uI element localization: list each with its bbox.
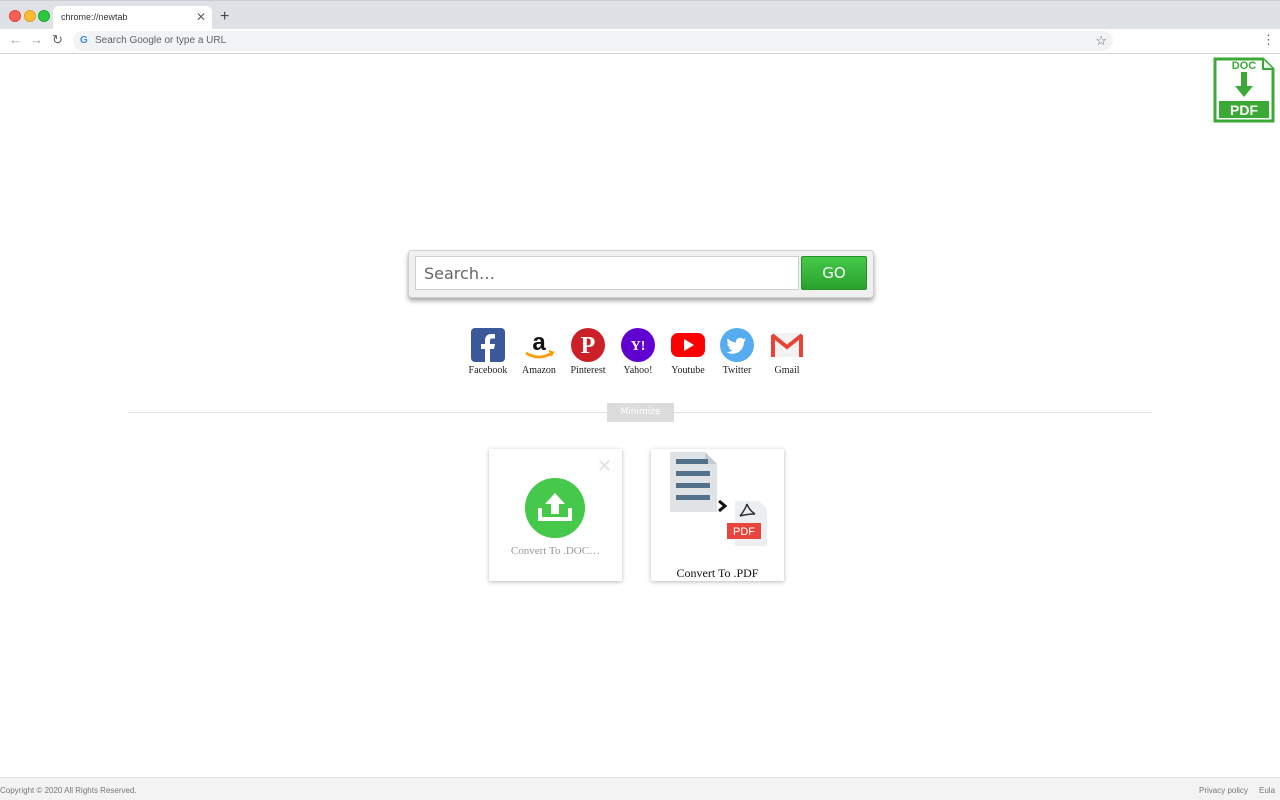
svg-text:P: P bbox=[581, 333, 596, 359]
search-box: GO bbox=[408, 250, 874, 298]
reload-icon[interactable]: ↻ bbox=[52, 32, 63, 48]
browser-tab[interactable]: chrome://newtab ✕ bbox=[53, 6, 212, 30]
tab-strip: chrome://newtab ✕ + bbox=[0, 0, 1280, 30]
bookmark-star-icon[interactable]: ☆ bbox=[1095, 33, 1107, 49]
copyright-text: Copyright © 2020 All Rights Reserved. bbox=[0, 786, 137, 795]
address-bar[interactable]: G Search Google or type a URL ☆ bbox=[73, 31, 1113, 51]
new-tab-button[interactable]: + bbox=[220, 8, 229, 26]
youtube-icon bbox=[671, 333, 705, 357]
convert-to-pdf-card[interactable]: PDF Convert To .PDF bbox=[651, 449, 784, 581]
address-bar-placeholder: Search Google or type a URL bbox=[95, 35, 227, 46]
svg-text:a: a bbox=[532, 329, 546, 356]
convert-to-pdf-label: Convert To .PDF bbox=[676, 566, 759, 580]
amazon-icon: a bbox=[525, 329, 555, 359]
maximize-window-button[interactable] bbox=[38, 10, 50, 22]
gmail-icon bbox=[770, 333, 804, 357]
privacy-policy-link[interactable]: Privacy policy bbox=[1199, 786, 1248, 795]
yahoo-icon: Y! bbox=[621, 328, 655, 362]
pdf-badge: PDF bbox=[733, 526, 755, 538]
google-icon: G bbox=[80, 35, 88, 46]
pinterest-icon: P bbox=[571, 328, 605, 362]
doc-to-pdf-icon: PDF bbox=[670, 452, 767, 546]
minimize-window-button[interactable] bbox=[24, 10, 36, 22]
go-button[interactable]: GO bbox=[801, 256, 867, 290]
card-close-icon[interactable]: ✕ bbox=[597, 457, 612, 475]
convert-to-doc-card[interactable]: ✕ Convert To .DOC… bbox=[489, 449, 622, 581]
back-icon[interactable]: ← bbox=[9, 32, 22, 48]
search-input[interactable] bbox=[415, 256, 799, 290]
doc-to-pdf-logo-icon[interactable]: DOC PDF bbox=[1213, 57, 1275, 123]
convert-to-doc-label: Convert To .DOC… bbox=[510, 545, 601, 557]
facebook-icon bbox=[471, 328, 505, 362]
minimize-button[interactable]: Minimize bbox=[607, 403, 674, 422]
tab-close-icon[interactable]: ✕ bbox=[196, 10, 206, 24]
close-window-button[interactable] bbox=[9, 10, 21, 22]
eula-link[interactable]: Eula bbox=[1259, 786, 1275, 795]
shortcut-gmail[interactable]: Gmail bbox=[757, 328, 817, 376]
forward-icon[interactable]: → bbox=[30, 32, 43, 48]
svg-text:Y!: Y! bbox=[631, 339, 646, 354]
twitter-icon bbox=[720, 328, 754, 362]
svg-text:PDF: PDF bbox=[1230, 102, 1258, 118]
browser-menu-icon[interactable]: ⋮ bbox=[1262, 32, 1275, 48]
tab-title: chrome://newtab bbox=[61, 12, 128, 22]
upload-icon bbox=[525, 478, 585, 538]
svg-text:DOC: DOC bbox=[1232, 60, 1257, 72]
footer: Copyright © 2020 All Rights Reserved. Pr… bbox=[0, 777, 1280, 800]
browser-toolbar: ← → ↻ G Search Google or type a URL ☆ ⋮ bbox=[0, 29, 1280, 54]
shortcut-label: Gmail bbox=[774, 365, 800, 376]
